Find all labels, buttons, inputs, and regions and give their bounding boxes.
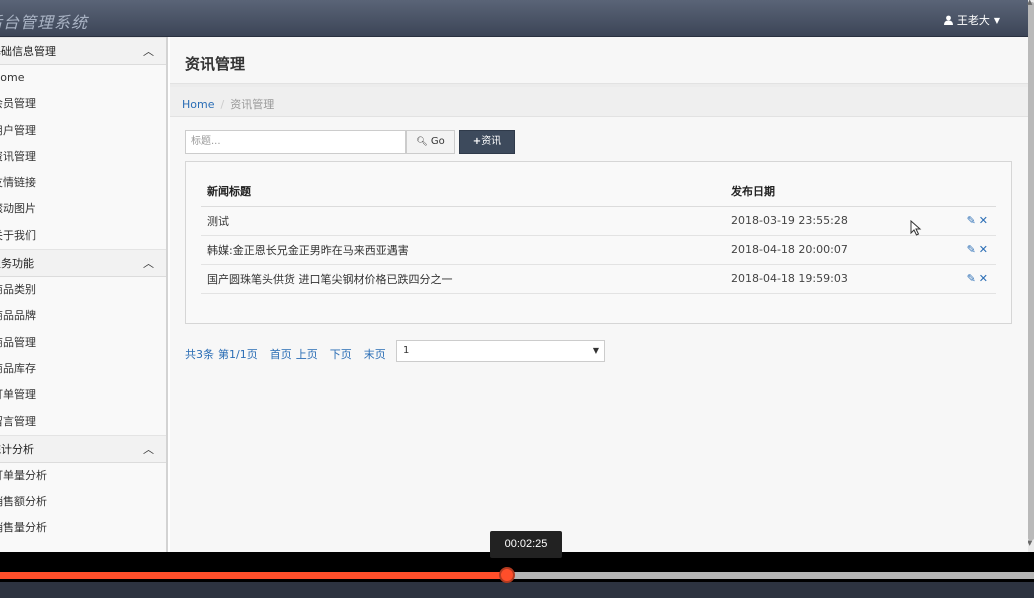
time-tooltip: 00:02:25 bbox=[490, 531, 562, 558]
sidebar-group-business[interactable]: 业务功能 ︿ bbox=[0, 249, 166, 278]
sidebar-item-news[interactable]: 资讯管理 bbox=[0, 144, 166, 170]
user-menu[interactable]: 王老大 ▼ bbox=[943, 12, 1000, 28]
sidebar-item-orders[interactable]: 订单管理 bbox=[0, 382, 166, 408]
sidebar-item-links[interactable]: 友情链接 bbox=[0, 170, 166, 196]
sidebar-item-sales-volume[interactable]: 销售量分析 bbox=[0, 515, 166, 541]
user-name: 王老大 bbox=[956, 14, 990, 27]
search-input[interactable]: 标题... bbox=[185, 130, 406, 154]
chevron-up-icon[interactable]: ︿ bbox=[143, 250, 154, 278]
news-table: 新闻标题 发布日期 测试 2018-03-19 23:55:28 ✎ ✕ 韩媒:金… bbox=[201, 177, 996, 294]
scrollbar-thumb[interactable] bbox=[1028, 2, 1034, 540]
add-news-button[interactable]: +资讯 bbox=[459, 130, 515, 154]
scroll-up-icon[interactable]: ▲ bbox=[1027, 0, 1032, 6]
pagination: 共3条 第1/1页 首页 上页 下页 末页 bbox=[185, 346, 398, 362]
group-title: 业务功能 bbox=[0, 257, 34, 271]
sidebar-group-stats[interactable]: 统计分析 ︿ bbox=[0, 434, 166, 464]
news-title-cell: 韩媒:金正恩长兄金正男昨在马来西亚遇害 bbox=[201, 235, 725, 265]
page-select-value: 1 bbox=[403, 345, 410, 356]
mouse-cursor-icon bbox=[910, 220, 922, 236]
chevron-up-icon[interactable]: ︿ bbox=[143, 436, 154, 464]
player-controls-strip bbox=[0, 582, 1034, 598]
sidebar-item-members[interactable]: 会员管理 bbox=[0, 91, 166, 117]
breadcrumb-bar: Home / 资讯管理 bbox=[170, 87, 1028, 117]
delete-icon[interactable]: ✕ bbox=[979, 272, 988, 285]
caret-down-icon: ▼ bbox=[993, 15, 1000, 25]
pager-page-info: 第1/1页 bbox=[218, 348, 258, 361]
pager-total: 共3条 bbox=[185, 348, 214, 361]
edit-icon[interactable]: ✎ bbox=[967, 243, 976, 256]
seek-bar-progress bbox=[0, 572, 507, 579]
group-title: 基础信息管理 bbox=[0, 45, 56, 58]
seek-handle[interactable] bbox=[498, 567, 515, 583]
breadcrumb: Home / 资讯管理 bbox=[182, 96, 274, 112]
sidebar-item-products[interactable]: 商品管理 bbox=[0, 330, 166, 356]
row-actions: ✎ ✕ bbox=[936, 206, 996, 236]
column-header-actions bbox=[936, 177, 996, 207]
sidebar-item-brands[interactable]: 商品品牌 bbox=[0, 303, 166, 329]
table-row: 韩媒:金正恩长兄金正男昨在马来西亚遇害 2018-04-18 20:00:07 … bbox=[201, 235, 996, 265]
user-icon bbox=[943, 15, 953, 25]
page-title: 资讯管理 bbox=[185, 55, 246, 73]
sidebar-item-about[interactable]: 关于我们 bbox=[0, 223, 166, 249]
add-label: 资讯 bbox=[481, 136, 502, 147]
pager-first-link[interactable]: 首页 bbox=[270, 346, 292, 362]
go-label: Go bbox=[430, 136, 445, 147]
table-row: 国产圆珠笔头供货 进口笔尖钢材价格已跌四分之一 2018-04-18 19:59… bbox=[201, 264, 996, 294]
search-go-button[interactable]: 🔍︎ Go bbox=[406, 130, 455, 154]
breadcrumb-home-link[interactable]: Home bbox=[182, 98, 214, 111]
plus-icon: + bbox=[472, 136, 482, 147]
dropdown-arrow-icon: ▼ bbox=[592, 346, 599, 355]
table-row: 测试 2018-03-19 23:55:28 ✎ ✕ bbox=[201, 206, 996, 236]
sidebar: 基础信息管理 ︿ Home 会员管理 用户管理 资讯管理 友情链接 滚动图片 关… bbox=[0, 37, 168, 552]
sidebar-item-slides[interactable]: 滚动图片 bbox=[0, 196, 166, 222]
sidebar-item-order-stats[interactable]: 订单量分析 bbox=[0, 463, 166, 489]
breadcrumb-current: 资讯管理 bbox=[230, 98, 275, 111]
pager-prev-link[interactable]: 上页 bbox=[296, 346, 318, 362]
page-scrollbar[interactable]: ▲ ▼ bbox=[1027, 0, 1034, 552]
top-navbar: 后台管理系统 王老大 ▼ bbox=[0, 0, 1028, 37]
column-header-title: 新闻标题 bbox=[201, 177, 725, 207]
news-date-cell: 2018-04-18 20:00:07 bbox=[725, 235, 936, 265]
column-header-date: 发布日期 bbox=[725, 177, 936, 207]
app-title: 后台管理系统 bbox=[0, 13, 89, 32]
news-date-cell: 2018-04-18 19:59:03 bbox=[725, 264, 936, 294]
row-actions: ✎ ✕ bbox=[936, 235, 996, 265]
news-title-cell: 国产圆珠笔头供货 进口笔尖钢材价格已跌四分之一 bbox=[201, 264, 725, 294]
chevron-up-icon[interactable]: ︿ bbox=[143, 38, 154, 66]
search-icon: 🔍︎ bbox=[416, 137, 428, 147]
news-table-panel: 新闻标题 发布日期 测试 2018-03-19 23:55:28 ✎ ✕ 韩媒:金… bbox=[185, 161, 1012, 324]
pager-next-link[interactable]: 下页 bbox=[330, 346, 352, 362]
delete-icon[interactable]: ✕ bbox=[979, 214, 988, 227]
group-title: 统计分析 bbox=[0, 442, 34, 456]
table-header-row: 新闻标题 发布日期 bbox=[201, 177, 996, 207]
delete-icon[interactable]: ✕ bbox=[979, 243, 988, 256]
edit-icon[interactable]: ✎ bbox=[967, 272, 976, 285]
pager-last-link[interactable]: 末页 bbox=[364, 346, 386, 362]
sidebar-item-users[interactable]: 用户管理 bbox=[0, 118, 166, 144]
edit-icon[interactable]: ✎ bbox=[967, 214, 976, 227]
sidebar-group-basic[interactable]: 基础信息管理 ︿ bbox=[0, 37, 166, 65]
page-select[interactable]: 1 ▼ bbox=[396, 340, 605, 362]
seek-bar[interactable] bbox=[0, 572, 1034, 579]
main-content: 资讯管理 Home / 资讯管理 标题... 🔍︎ Go +资讯 新闻标题 发布日期… bbox=[170, 37, 1028, 552]
breadcrumb-separator: / bbox=[220, 98, 225, 111]
sidebar-item-sales-amount[interactable]: 销售额分析 bbox=[0, 489, 166, 515]
sidebar-item-home[interactable]: Home bbox=[0, 65, 166, 91]
video-player-bar bbox=[0, 552, 1034, 598]
news-title-cell: 测试 bbox=[201, 206, 725, 236]
row-actions: ✎ ✕ bbox=[936, 264, 996, 294]
sidebar-item-messages[interactable]: 留言管理 bbox=[0, 409, 166, 435]
news-date-cell: 2018-03-19 23:55:28 bbox=[725, 206, 936, 236]
sidebar-item-categories[interactable]: 商品类别 bbox=[0, 277, 166, 303]
sidebar-item-stock[interactable]: 商品库存 bbox=[0, 356, 166, 382]
